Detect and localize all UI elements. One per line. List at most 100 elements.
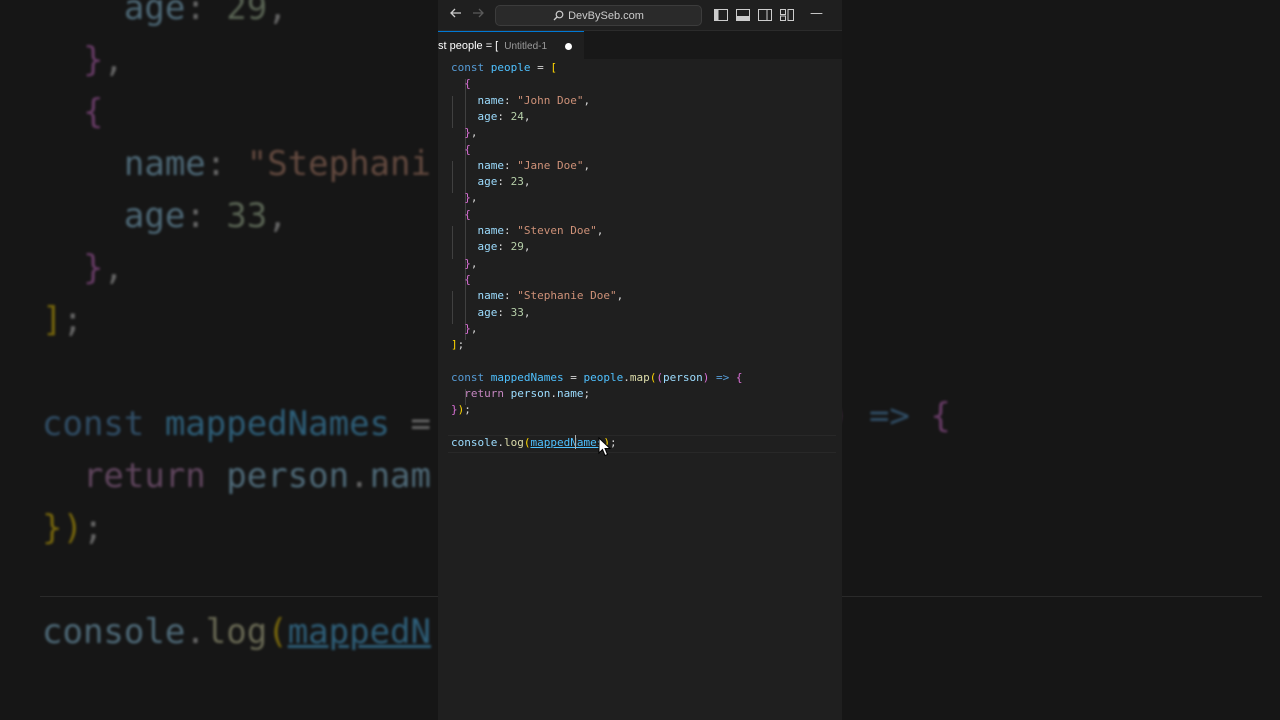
tab-bar: st people = [ Untitled-1 xyxy=(438,31,842,60)
code-token: 29 xyxy=(226,0,268,28)
code-token: = xyxy=(563,370,584,384)
background-code-line: console.log(mappedN xyxy=(42,606,431,658)
minimize-button[interactable]: — xyxy=(810,6,823,21)
code-token: } xyxy=(464,126,471,140)
code-token: , xyxy=(103,248,124,288)
code-token: = xyxy=(530,61,551,74)
code-token: : xyxy=(497,305,511,319)
code-token: } xyxy=(82,40,104,80)
code-token: => xyxy=(848,396,931,436)
code-token: : xyxy=(504,158,518,172)
code-token: { xyxy=(464,207,471,221)
code-token: "Jane Doe" xyxy=(517,158,584,172)
code-token: { xyxy=(82,92,104,132)
code-token: nam xyxy=(369,456,431,496)
code-token: , xyxy=(523,305,531,319)
code-token: } xyxy=(464,191,471,205)
code-token: console xyxy=(451,435,498,449)
arrow-left-icon[interactable] xyxy=(447,6,465,24)
code-token: , xyxy=(267,0,288,28)
code-token: } xyxy=(464,321,471,335)
editor-window: DevBySeb.com — st people = [ Untitled-1 … xyxy=(438,0,842,720)
code-line: console.log(mappedNames); xyxy=(451,435,617,451)
toggle-primary-sidebar-icon[interactable] xyxy=(713,8,729,22)
code-line: name: "Jane Doe", xyxy=(451,158,591,174)
code-line: }, xyxy=(451,190,477,206)
search-icon xyxy=(553,10,564,21)
tab-untitled-1[interactable]: st people = [ Untitled-1 xyxy=(438,31,585,60)
mouse-pointer-icon xyxy=(598,437,612,457)
code-token: : xyxy=(504,289,518,303)
code-token: { xyxy=(735,370,743,384)
search-text: DevBySeb.com xyxy=(568,9,644,22)
code-token: age xyxy=(477,305,498,319)
code-token: , xyxy=(583,93,591,107)
tab-breadcrumb: st people = [ xyxy=(438,40,499,52)
background-code-line: { xyxy=(42,86,103,138)
code-token: person xyxy=(226,456,350,496)
code-token: const xyxy=(451,61,485,74)
code-token: , xyxy=(616,289,624,303)
background-code-line: }, xyxy=(42,242,124,294)
code-token: ] xyxy=(42,300,63,340)
code-token: , xyxy=(523,175,531,189)
code-line: name: "John Doe", xyxy=(451,93,591,109)
code-line: }, xyxy=(451,321,477,337)
arrow-right-icon[interactable] xyxy=(469,6,487,24)
code-token: mappedNames xyxy=(164,404,391,444)
code-token: : xyxy=(497,109,511,123)
code-token: { xyxy=(464,77,471,91)
toggle-panel-icon[interactable] xyxy=(735,8,751,22)
background-code-line: const mappedNames = xyxy=(42,398,431,450)
code-token: return xyxy=(464,387,504,400)
code-token: ; xyxy=(82,508,104,548)
toggle-secondary-sidebar-icon[interactable] xyxy=(757,8,773,22)
code-token: 24 xyxy=(510,109,524,123)
code-token: : xyxy=(504,93,518,107)
customize-layout-icon[interactable] xyxy=(779,8,795,22)
background-code-line: name: "Stephani xyxy=(42,138,431,190)
code-token: } xyxy=(82,248,104,288)
unsaved-dot-icon[interactable] xyxy=(565,42,573,50)
code-editor[interactable]: const people = [ { name: "John Doe", age… xyxy=(438,59,842,720)
code-token: } xyxy=(451,403,458,417)
code-token: { xyxy=(464,142,471,156)
code-token: console xyxy=(42,612,186,652)
code-line: age: 23, xyxy=(451,174,531,190)
code-line: age: 33, xyxy=(451,305,531,321)
code-token: log xyxy=(205,612,268,652)
code-token: , xyxy=(470,256,478,270)
code-token: name xyxy=(477,289,505,303)
code-token: 23 xyxy=(510,175,524,189)
code-line: { xyxy=(451,142,471,158)
background-line-highlight xyxy=(40,596,438,597)
code-line: const mappedNames = people.map((person) … xyxy=(451,370,742,386)
code-line: { xyxy=(451,272,471,288)
command-center-search[interactable]: DevBySeb.com xyxy=(495,5,702,26)
code-token: name xyxy=(477,224,505,237)
code-token: name xyxy=(557,387,584,400)
code-token: ; xyxy=(457,338,465,352)
background-code-line: ]; xyxy=(42,294,83,346)
code-token: const xyxy=(42,404,145,444)
code-token: : xyxy=(185,196,227,236)
code-token: people xyxy=(490,61,531,74)
code-token: mappedNames xyxy=(530,435,604,449)
